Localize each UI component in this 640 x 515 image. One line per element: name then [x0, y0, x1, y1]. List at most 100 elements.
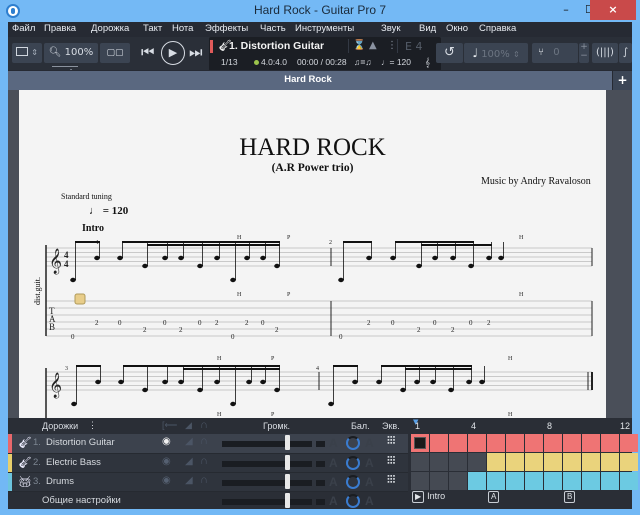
balance-knob[interactable] [346, 436, 360, 450]
volume-slider-handle[interactable] [285, 474, 290, 489]
track-row-1[interactable]: 🎸︎ 1. Distortion Guitar ◉ ◢ ∩ A A ⫶⫶⫶ [8, 434, 408, 453]
automation-balance-icon[interactable]: A [365, 456, 374, 470]
balance-knob[interactable] [346, 456, 360, 470]
track-row-3[interactable]: 🥁︎ 3. Drums ◉ ◢ ∩ A A ⫶⫶⫶ [8, 472, 408, 492]
timeline-cell[interactable] [468, 453, 486, 471]
loop-button[interactable]: ↺ [436, 43, 463, 63]
master-balance-knob[interactable] [346, 494, 360, 508]
track-name[interactable]: Electric Bass [46, 457, 101, 468]
decrease-button[interactable]: − [579, 52, 589, 61]
timeline-cell[interactable] [582, 453, 600, 471]
triplet-feel[interactable]: ♫=♫ [354, 57, 372, 67]
menu-note[interactable]: Нота [172, 22, 193, 34]
volume-slider-handle[interactable] [285, 435, 290, 450]
timeline-cell[interactable] [620, 453, 638, 471]
vertical-scrollbar[interactable] [612, 90, 624, 418]
menu-tools[interactable]: Инструменты [295, 22, 354, 34]
headphones-icon[interactable]: ∩ [200, 419, 208, 431]
mute-all-icon[interactable]: ◢ [185, 420, 192, 431]
multi-track-view-selector[interactable]: ▢▢ [100, 43, 130, 63]
timeline-cell[interactable] [544, 472, 562, 490]
timeline-cell[interactable] [411, 453, 429, 471]
pitch-shift-control[interactable]: ⑂ 0 [532, 43, 578, 63]
automation-balance-icon[interactable]: A [365, 494, 374, 508]
menu-bar-measure[interactable]: Такт [143, 22, 162, 34]
play-button[interactable]: ▶ [161, 41, 185, 65]
menu-help[interactable]: Справка [479, 22, 516, 34]
tracks-menu-icon[interactable]: ⋮ [88, 420, 97, 431]
equalizer-icon[interactable]: ⫶⫶⫶ [387, 474, 395, 487]
add-tab-button[interactable]: + [612, 71, 632, 90]
visibility-eye-icon[interactable]: ◉ [162, 436, 171, 447]
guitar-cable-button[interactable]: ∫ [619, 43, 632, 63]
timeline-cell[interactable] [601, 434, 619, 452]
timeline-cell[interactable] [525, 472, 543, 490]
audio-engine-button[interactable]: (|||) [592, 43, 618, 63]
menu-edit[interactable]: Правка [44, 22, 76, 34]
score-view[interactable]: HARD ROCK (A.R Power trio) Music by Andr… [8, 90, 632, 418]
volume-slider[interactable] [222, 480, 312, 486]
timeline-cell[interactable] [449, 472, 467, 490]
automation-volume-icon[interactable]: A [329, 475, 338, 489]
marker-a[interactable]: A [488, 491, 502, 503]
timeline-cell[interactable] [525, 434, 543, 452]
timeline-cell[interactable] [582, 472, 600, 490]
menu-track[interactable]: Дорожка [91, 22, 129, 34]
close-button[interactable]: × [590, 0, 636, 20]
more-options-icon[interactable]: ⋮ [387, 40, 397, 51]
marker-intro[interactable]: ▶ Intro [412, 491, 445, 503]
visibility-eye-icon[interactable]: ◉ [162, 475, 171, 486]
automation-volume-icon[interactable]: A [329, 494, 338, 508]
menu-view[interactable]: Вид [419, 22, 436, 34]
equalizer-icon[interactable]: ⫶⫶⫶ [387, 455, 395, 468]
timeline-cell[interactable] [430, 472, 448, 490]
hourglass-icon[interactable]: ⌛ [353, 40, 365, 51]
timeline-cell[interactable] [430, 453, 448, 471]
timeline-cell[interactable] [525, 453, 543, 471]
go-to-start-button[interactable]: ⏮ [141, 43, 155, 61]
current-track-name[interactable]: 1. Distortion Guitar [229, 40, 324, 52]
visibility-eye-icon[interactable]: ◉ [162, 456, 171, 467]
page-layout-selector[interactable]: ⇕ [12, 43, 42, 63]
go-to-end-button[interactable]: ⏭ [189, 43, 203, 61]
timeline-cell[interactable] [544, 453, 562, 471]
timeline-cell[interactable] [468, 472, 486, 490]
automation-volume-icon[interactable]: A [329, 456, 338, 470]
volume-slider-handle[interactable] [285, 455, 290, 470]
solo-headphones-icon[interactable]: ∩ [200, 455, 208, 467]
timeline-cell[interactable] [620, 434, 638, 452]
automation-balance-icon[interactable]: A [365, 475, 374, 489]
track-row-2[interactable]: 🎸︎ 2. Electric Bass ◉ ◢ ∩ A A ⫶⫶⫶ [8, 453, 408, 473]
solo-headphones-icon[interactable]: ∩ [200, 435, 208, 447]
playback-speed-selector[interactable]: ♩ 100% ⇕ [464, 43, 528, 63]
menu-sound[interactable]: Звук [381, 22, 400, 34]
pitch-stepper[interactable]: + − [579, 43, 589, 63]
timeline-cell[interactable] [468, 434, 486, 452]
marker-b[interactable]: B [564, 491, 578, 503]
timeline-cell[interactable] [487, 434, 505, 452]
timeline-cell[interactable] [506, 453, 524, 471]
timeline-cell[interactable] [563, 472, 581, 490]
timeline-cell[interactable] [506, 472, 524, 490]
master-volume-slider[interactable] [222, 499, 312, 505]
mute-icon[interactable]: ◢ [185, 475, 193, 486]
timeline-cell[interactable] [601, 453, 619, 471]
automation-volume-icon[interactable]: A [329, 436, 338, 450]
volume-slider[interactable] [222, 441, 312, 447]
timeline-cell[interactable] [563, 434, 581, 452]
metronome-icon[interactable]: ▲ [369, 40, 377, 51]
menu-window[interactable]: Окно [446, 22, 468, 34]
track-name[interactable]: Distortion Guitar [46, 437, 115, 448]
mute-icon[interactable]: ◢ [185, 456, 193, 467]
zoom-selector[interactable]: 🔍︎ 100% ⇕ [44, 43, 98, 77]
timeline-cell[interactable] [487, 472, 505, 490]
solo-headphones-icon[interactable]: ∩ [200, 474, 208, 486]
track-name[interactable]: Drums [46, 476, 74, 487]
menu-file[interactable]: Файл [12, 22, 35, 34]
menu-effects[interactable]: Эффекты [205, 22, 248, 34]
tempo-display[interactable]: ♩= 120 [381, 57, 411, 67]
timeline-cell[interactable] [544, 434, 562, 452]
zoom-slider[interactable] [52, 66, 78, 67]
balance-knob[interactable] [346, 475, 360, 489]
timeline-cell[interactable] [506, 434, 524, 452]
